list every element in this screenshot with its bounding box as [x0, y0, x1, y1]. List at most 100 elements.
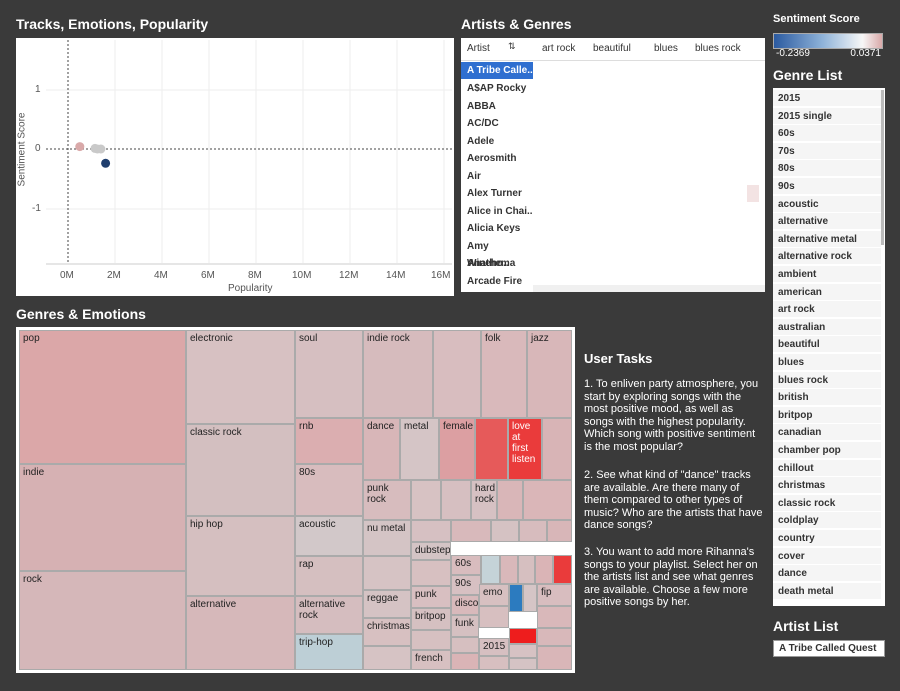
artist-row[interactable]: Arcade Fire: [461, 273, 533, 290]
treemap-cell-misc[interactable]: [433, 330, 481, 418]
treemap-cell-acoustic[interactable]: acoustic: [295, 516, 363, 556]
treemap-cell-misc8[interactable]: [491, 520, 519, 542]
treemap-cell-misc28[interactable]: [537, 646, 572, 670]
treemap-cell-60s[interactable]: 60s: [451, 555, 481, 575]
genre-item[interactable]: country: [773, 530, 881, 547]
genre-item[interactable]: ambient: [773, 266, 881, 283]
treemap-cell-misc17[interactable]: [363, 646, 411, 670]
scatter-panel[interactable]: 1 0 -1 Sentiment Score 0M 2M 4M 6M 8M 10…: [16, 38, 454, 296]
artist-row[interactable]: Amy Wineho..: [461, 238, 533, 269]
artist-row[interactable]: AC/DC: [461, 115, 533, 132]
treemap-cell-reggae[interactable]: reggae: [363, 590, 411, 618]
treemap-cell-jazz[interactable]: jazz: [527, 330, 572, 418]
genre-item[interactable]: american: [773, 283, 881, 301]
col-art-rock[interactable]: art rock: [542, 43, 575, 54]
artist-row[interactable]: Alex Turner: [461, 185, 533, 202]
treemap-cell-female[interactable]: female: [439, 418, 475, 480]
treemap-cell-indie-rock[interactable]: indie rock: [363, 330, 433, 418]
treemap-cell-soul[interactable]: soul: [295, 330, 363, 418]
genre-item[interactable]: coldplay: [773, 512, 881, 530]
genre-list-scrollbar[interactable]: [881, 90, 884, 245]
horizontal-scrollbar[interactable]: [533, 285, 765, 292]
genre-item[interactable]: christmas: [773, 477, 881, 495]
artist-row[interactable]: Air: [461, 168, 533, 185]
treemap-cell-small[interactable]: [542, 418, 572, 480]
matrix-cell[interactable]: [747, 185, 759, 202]
treemap-cell-80s[interactable]: 80s: [295, 464, 363, 516]
treemap-cell-misc13[interactable]: [481, 555, 500, 584]
genre-item[interactable]: death metal: [773, 582, 881, 600]
genre-item[interactable]: 80s: [773, 160, 881, 178]
treemap-cell-misc5[interactable]: [523, 480, 572, 520]
treemap-cell-electronic[interactable]: electronic: [186, 330, 295, 424]
treemap-cell-pop[interactable]: pop: [19, 330, 186, 464]
treemap-cell-misc10[interactable]: [547, 520, 572, 542]
sort-icon[interactable]: ⇅: [508, 41, 516, 52]
scatter-points[interactable]: [75, 142, 111, 168]
treemap-cell-trip-hop[interactable]: trip-hop: [295, 634, 363, 670]
genre-item[interactable]: australian: [773, 318, 881, 336]
artists-table[interactable]: Artist ⇅ art rock beautiful blues blues …: [461, 38, 765, 292]
genre-item[interactable]: beautiful: [773, 336, 881, 354]
genre-item[interactable]: dance: [773, 565, 881, 583]
treemap-cell-misc11[interactable]: [363, 556, 411, 590]
genre-item[interactable]: cover: [773, 547, 881, 565]
treemap-cell-love-at-first-listen[interactable]: love at first listen: [508, 418, 542, 480]
col-blues[interactable]: blues: [654, 43, 678, 54]
treemap-cell-red-b[interactable]: [509, 628, 537, 644]
treemap-cell-misc22[interactable]: [479, 606, 509, 628]
artist-row[interactable]: A$AP Rocky: [461, 80, 533, 97]
treemap-cell-misc27[interactable]: [537, 628, 572, 646]
treemap-cell-misc25[interactable]: [509, 644, 537, 658]
treemap-cell-misc14[interactable]: [500, 555, 518, 584]
artist-row[interactable]: Alicia Keys: [461, 220, 533, 237]
treemap-cell-misc23[interactable]: [537, 606, 572, 628]
treemap-cell-dance[interactable]: dance: [363, 418, 400, 480]
genre-item[interactable]: 2015: [773, 90, 881, 107]
artist-row[interactable]: Alice in Chai..: [461, 203, 533, 220]
genre-item[interactable]: alternative rock: [773, 248, 881, 266]
genre-item[interactable]: 70s: [773, 142, 881, 160]
genre-item[interactable]: canadian: [773, 424, 881, 442]
treemap-cell-alternative[interactable]: alternative: [186, 596, 295, 670]
treemap-cell-misc18[interactable]: [411, 630, 451, 650]
genre-item[interactable]: alternative: [773, 213, 881, 231]
treemap-cell-alternative-rock[interactable]: alternative rock: [295, 596, 363, 634]
treemap-cell-misc3[interactable]: [441, 480, 471, 520]
scatter-point[interactable]: [75, 142, 85, 152]
treemap[interactable]: pop indie rock electronic classic rock h…: [16, 327, 575, 673]
treemap-cell-hard-rock[interactable]: hard rock: [471, 480, 497, 520]
treemap-cell-90s[interactable]: 90s: [451, 575, 481, 595]
genre-item[interactable]: chillout: [773, 459, 881, 477]
treemap-cell-misc15[interactable]: [518, 555, 535, 584]
treemap-cell-punk[interactable]: punk: [411, 586, 451, 608]
genre-item[interactable]: 60s: [773, 125, 881, 143]
treemap-cell-bright-red[interactable]: [553, 555, 572, 584]
treemap-cell-britpop[interactable]: britpop: [411, 608, 451, 630]
genre-item[interactable]: 90s: [773, 178, 881, 195]
treemap-cell-punk-rock[interactable]: punk rock: [363, 480, 411, 520]
treemap-cell-dubstep[interactable]: dubstep: [411, 542, 451, 560]
treemap-cell-christmas[interactable]: christmas: [363, 618, 411, 646]
treemap-cell-misc26[interactable]: [509, 658, 537, 670]
treemap-cell-misc6[interactable]: [411, 520, 451, 542]
genre-item[interactable]: 2015 single: [773, 107, 881, 125]
treemap-cell-misc7[interactable]: [451, 520, 491, 542]
treemap-cell-emo[interactable]: emo: [479, 584, 509, 606]
genre-item[interactable]: acoustic: [773, 195, 881, 213]
treemap-cell-indie[interactable]: indie: [19, 464, 186, 571]
artist-row[interactable]: Adele: [461, 133, 533, 150]
treemap-cell-rock[interactable]: rock: [19, 571, 186, 670]
treemap-cell-misc12[interactable]: [411, 560, 451, 586]
treemap-cell-classic-rock[interactable]: classic rock: [186, 424, 295, 516]
treemap-cell-funk[interactable]: funk: [451, 615, 479, 637]
treemap-cell-nu-metal[interactable]: nu metal: [363, 520, 411, 556]
genre-item[interactable]: art rock: [773, 301, 881, 319]
treemap-cell-misc2[interactable]: [411, 480, 441, 520]
treemap-cell-misc20[interactable]: [451, 653, 479, 670]
artist-column-header[interactable]: Artist: [467, 43, 490, 54]
artist-row-selected[interactable]: A Tribe Calle..: [461, 62, 533, 79]
treemap-cell-blue[interactable]: [509, 584, 523, 612]
treemap-cell-misc19[interactable]: [451, 637, 479, 653]
treemap-cell-misc4[interactable]: [497, 480, 523, 520]
